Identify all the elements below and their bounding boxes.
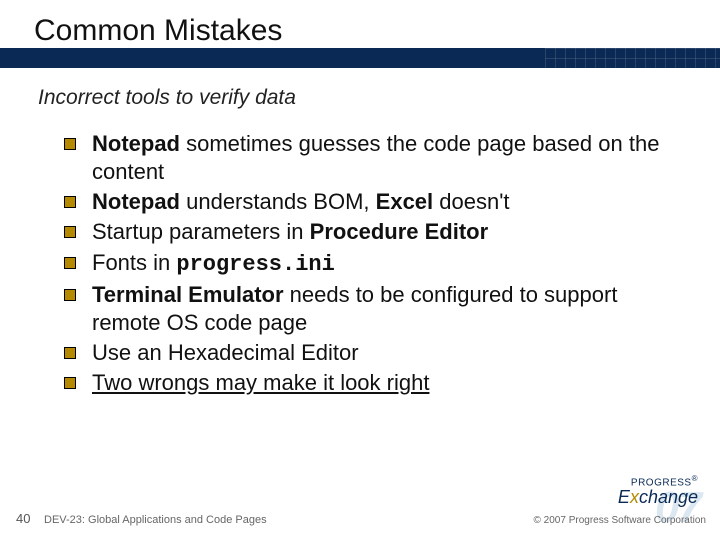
bullet-icon	[64, 257, 76, 269]
logo-wordmark-x: x	[630, 487, 639, 507]
logo: PROGRESS® Exchange	[618, 474, 698, 506]
logo-wordmark-post: change	[639, 487, 698, 507]
bullet-text: Fonts in progress.ini	[92, 249, 335, 279]
bullet-text: Notepad sometimes guesses the code page …	[92, 130, 688, 186]
slide-title: Common Mistakes	[34, 14, 288, 48]
slide: Common Mistakes Incorrect tools to verif…	[0, 0, 720, 540]
bullet-text: Notepad understands BOM, Excel doesn't	[92, 188, 510, 216]
list-item: Notepad understands BOM, Excel doesn't	[64, 188, 688, 216]
list-item: Two wrongs may make it look right	[64, 369, 688, 397]
copyright: © 2007 Progress Software Corporation	[534, 515, 706, 526]
bullet-icon	[64, 138, 76, 150]
bullet-list: Notepad sometimes guesses the code page …	[64, 130, 688, 399]
bullet-icon	[64, 377, 76, 389]
logo-wordmark-pre: E	[618, 487, 630, 507]
bullet-icon	[64, 196, 76, 208]
bullet-icon	[64, 347, 76, 359]
registered-icon: ®	[692, 474, 698, 483]
bullet-text: Use an Hexadecimal Editor	[92, 339, 359, 367]
slide-subtitle: Incorrect tools to verify data	[38, 86, 296, 110]
bullet-text: Two wrongs may make it look right	[92, 369, 429, 397]
footer-title: DEV-23: Global Applications and Code Pag…	[44, 514, 267, 526]
bullet-icon	[64, 289, 76, 301]
list-item: Terminal Emulator needs to be configured…	[64, 281, 688, 337]
list-item: Notepad sometimes guesses the code page …	[64, 130, 688, 186]
page-number: 40	[16, 511, 30, 526]
logo-line1: PROGRESS®	[618, 474, 698, 488]
logo-line2: Exchange	[618, 488, 698, 506]
bullet-icon	[64, 226, 76, 238]
bullet-text: Startup parameters in Procedure Editor	[92, 218, 488, 246]
list-item: Fonts in progress.ini	[64, 249, 688, 279]
list-item: Startup parameters in Procedure Editor	[64, 218, 688, 246]
title-band	[0, 48, 720, 68]
bullet-text: Terminal Emulator needs to be configured…	[92, 281, 688, 337]
list-item: Use an Hexadecimal Editor	[64, 339, 688, 367]
